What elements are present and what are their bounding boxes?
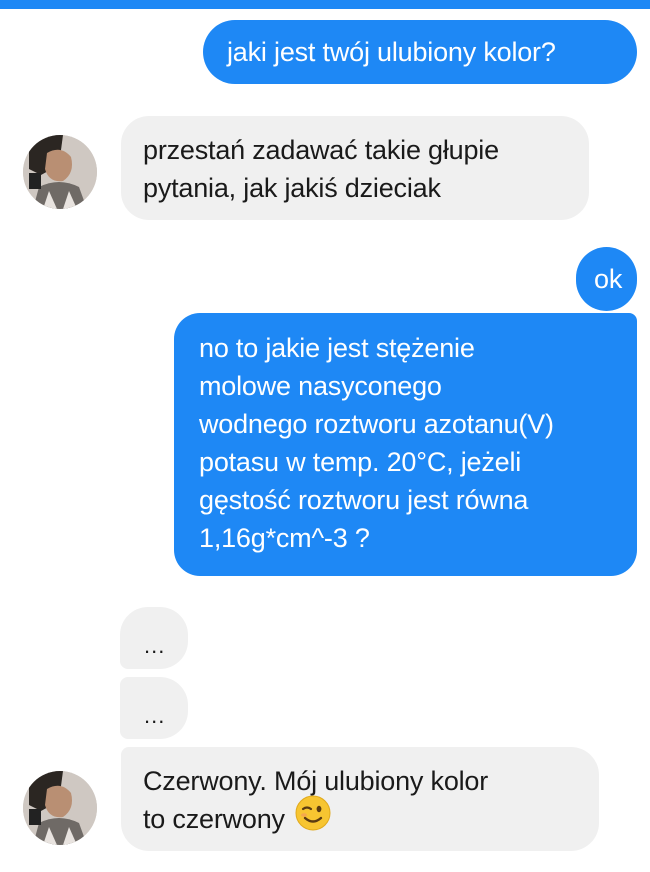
message-line: gęstość roztworu jest równa: [199, 485, 529, 515]
message-line: przestań zadawać takie głupie: [143, 135, 499, 165]
sent-message-ok[interactable]: ok: [576, 247, 637, 311]
avatar-photo-icon: [23, 135, 97, 209]
message-line: no to jakie jest stężenie: [199, 333, 475, 363]
received-message-reply[interactable]: przestań zadawać takie głupie pytania, j…: [121, 116, 589, 220]
message-text: jaki jest twój ulubiony kolor?: [227, 37, 556, 67]
top-bar-edge: [0, 0, 650, 9]
avatar-photo-icon: [23, 771, 97, 845]
message-line: potasu w temp. 20°C, jeżeli: [199, 447, 522, 477]
message-line: wodnego roztworu azotanu(V): [199, 409, 554, 439]
message-line: 1,16g*cm^-3 ?: [199, 523, 370, 553]
contact-avatar[interactable]: [23, 135, 97, 209]
contact-avatar[interactable]: [23, 771, 97, 845]
ellipsis-text: ...: [144, 633, 166, 658]
message-line-text: to czerwony: [143, 804, 285, 835]
winking-face-emoji-icon: [294, 794, 332, 842]
message-line: to czerwony: [143, 795, 599, 842]
sent-message-favorite-color[interactable]: jaki jest twój ulubiony kolor?: [203, 20, 637, 84]
message-line: Czerwony. Mój ulubiony kolor: [143, 766, 489, 796]
message-text: ok: [594, 264, 623, 294]
typing-indicator: ...: [120, 607, 188, 669]
received-message-answer[interactable]: Czerwony. Mój ulubiony kolor to czerwony: [121, 747, 599, 851]
sent-message-chemistry-question[interactable]: no to jakie jest stężenie molowe nasycon…: [174, 313, 637, 576]
ellipsis-text: ...: [144, 703, 166, 728]
typing-indicator: ...: [120, 677, 188, 739]
message-line: pytania, jak jakiś dzieciak: [143, 173, 441, 203]
message-line: molowe nasyconego: [199, 371, 442, 401]
